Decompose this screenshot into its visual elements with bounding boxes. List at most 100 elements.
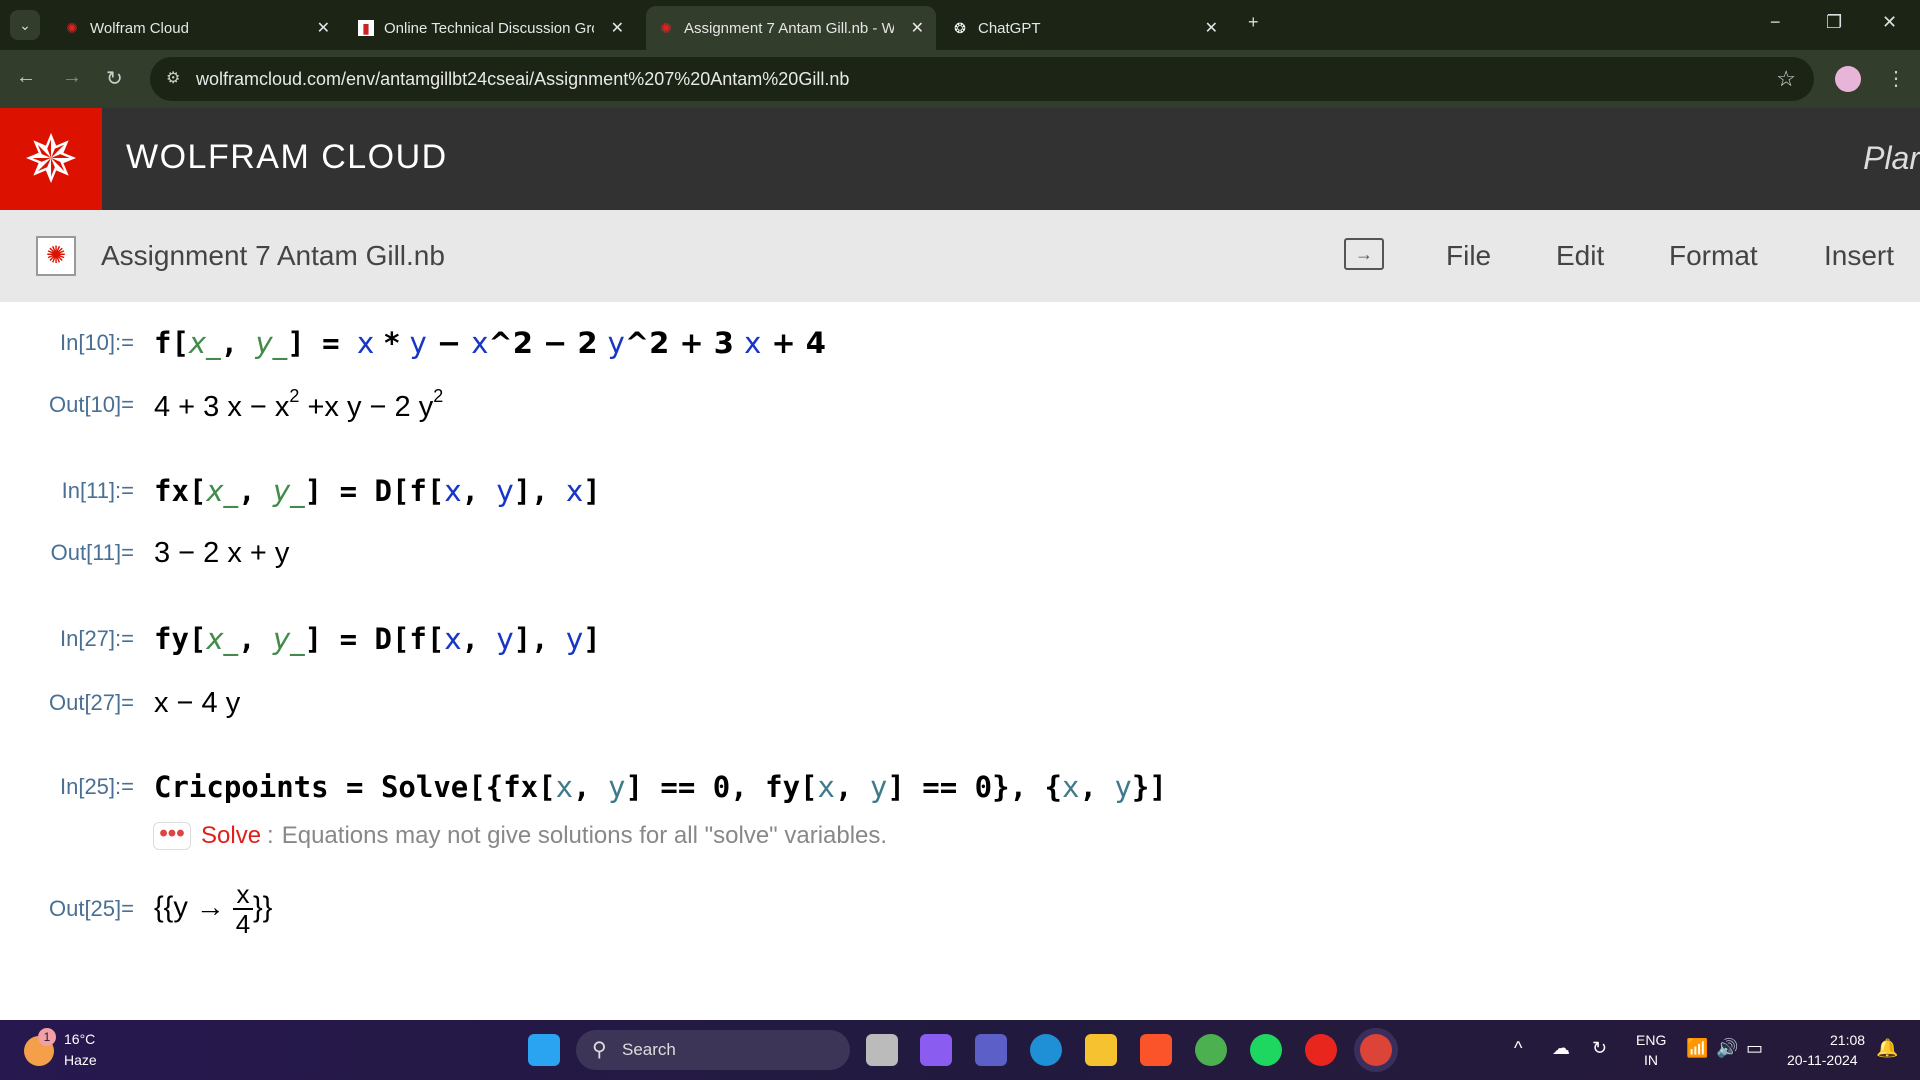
back-icon[interactable]: ← <box>16 66 36 89</box>
message-menu-button[interactable]: ••• <box>153 822 191 850</box>
forward-icon[interactable]: → <box>62 66 82 89</box>
menu-format[interactable]: Format <box>1669 240 1758 272</box>
minimize-button[interactable]: − <box>1770 12 1781 33</box>
output-cell[interactable]: Out[11]= 3 − 2 x + y <box>0 531 1920 575</box>
code-token: ] == 0, fy[ <box>625 770 818 804</box>
restore-button[interactable]: ❐ <box>1826 12 1842 33</box>
chrome-icon[interactable] <box>1195 1034 1227 1066</box>
output-cell[interactable]: Out[10]= 4 + 3 x − x2 +x y − 2 y2 <box>0 383 1920 427</box>
brand-title: WOLFRAM CLOUD <box>126 138 448 176</box>
input-cell[interactable]: In[25]:= Cricpoints = Solve[{fx[x, y] == … <box>0 765 1920 809</box>
code-token: x <box>817 770 835 804</box>
close-tab-icon[interactable]: ✕ <box>317 18 330 38</box>
menu-file[interactable]: File <box>1446 240 1491 272</box>
message-separator: : <box>267 822 274 849</box>
close-tab-icon[interactable]: ✕ <box>911 18 924 38</box>
battery-icon[interactable]: ▭ <box>1746 1038 1763 1059</box>
tab-label: Assignment 7 Antam Gill.nb - W <box>684 19 894 37</box>
edge-icon[interactable] <box>1030 1034 1062 1066</box>
input-code: f[x_, y_] = x * y − x^2 − 2 y^2 + 3 x + … <box>154 326 826 360</box>
output-term: 4 + 3 x − x <box>154 391 290 423</box>
close-window-button[interactable]: ✕ <box>1882 12 1897 33</box>
taskbar-search[interactable]: ⚲ Search <box>576 1030 850 1070</box>
plan-link[interactable]: Plar <box>1863 140 1920 177</box>
windows-start-icon[interactable] <box>528 1034 560 1066</box>
clock-date[interactable]: 20-11-2024 <box>1787 1052 1858 1068</box>
code-token: , <box>238 474 273 508</box>
new-tab-button[interactable]: + <box>1248 12 1259 33</box>
tab-search-button[interactable]: ⌄ <box>10 10 40 40</box>
exponent: 2 <box>289 386 300 406</box>
code-token: f[ <box>154 326 189 360</box>
code-token: fx[ <box>154 474 207 508</box>
output-cell[interactable]: Out[25]= {{y → x 4}} <box>0 880 1920 938</box>
code-token: * <box>374 326 410 360</box>
site-settings-icon[interactable]: ⚙ <box>166 57 180 101</box>
doc-icon: ▮ <box>358 20 374 36</box>
numerator: x <box>236 879 250 909</box>
code-token: , <box>1079 770 1115 804</box>
input-cell[interactable]: In[11]:= fx[x_, y_] = D[f[x, y], x] <box>0 469 1920 513</box>
wifi-icon[interactable]: 📶 <box>1686 1038 1708 1059</box>
code-token: y <box>607 326 625 360</box>
input-cell[interactable]: In[27]:= fy[x_, y_] = D[f[x, y], y] <box>0 617 1920 661</box>
cell-label: In[25]:= <box>59 774 134 799</box>
weather-condition: Haze <box>64 1052 97 1068</box>
code-token: y_ <box>272 474 305 508</box>
file-explorer-icon[interactable] <box>1085 1034 1117 1066</box>
code-token: ^2 − 2 <box>488 326 608 360</box>
show-hidden-icons[interactable]: ^ <box>1514 1038 1522 1059</box>
profile-avatar[interactable] <box>1835 66 1861 92</box>
brave-icon[interactable] <box>1140 1034 1172 1066</box>
code-token: ] = D[f[ <box>304 474 445 508</box>
close-tab-icon[interactable]: ✕ <box>1205 18 1218 38</box>
tab-online-technical[interactable]: ▮ Online Technical Discussion Gro ✕ <box>346 6 636 50</box>
region-indicator[interactable]: IN <box>1644 1052 1658 1068</box>
code-token: , <box>461 622 497 656</box>
onedrive-icon[interactable]: ☁ <box>1552 1038 1570 1059</box>
exponent: 2 <box>433 386 444 406</box>
language-indicator[interactable]: ENG <box>1636 1032 1666 1048</box>
chrome-profile-icon[interactable] <box>1360 1034 1392 1066</box>
taskbar: 1 16°C Haze ⚲ Search ^ ☁ ↻ ENG IN 📶 🔊 ▭ 2… <box>0 1020 1920 1080</box>
volume-icon[interactable]: 🔊 <box>1716 1038 1738 1059</box>
input-cell[interactable]: In[10]:= f[x_, y_] = x * y − x^2 − 2 y^2 … <box>0 321 1920 365</box>
browser-menu-icon[interactable]: ⋮ <box>1886 66 1906 91</box>
notebook-toolbar: ✺ Assignment 7 Antam Gill.nb → File Edit… <box>0 210 1920 302</box>
url-input[interactable]: ⚙ wolframcloud.com/env/antamgillbt24csea… <box>150 57 1814 101</box>
task-view-icon[interactable] <box>866 1034 898 1066</box>
output-cell[interactable]: Out[27]= x − 4 y <box>0 681 1920 725</box>
tab-chatgpt[interactable]: ❂ ChatGPT ✕ <box>940 6 1230 50</box>
menu-insert[interactable]: Insert <box>1824 240 1894 272</box>
cell-label: In[10]:= <box>59 330 134 355</box>
tab-label: Wolfram Cloud <box>90 19 189 37</box>
presenter-icon[interactable]: → <box>1344 238 1384 270</box>
notifications-icon[interactable]: 🔔 <box>1876 1038 1898 1059</box>
wolfram-logo[interactable]: ✵ <box>0 108 102 210</box>
cell-label: In[27]:= <box>59 626 134 651</box>
tab-wolfram-cloud[interactable]: ✺ Wolfram Cloud ✕ <box>52 6 342 50</box>
message-head[interactable]: Solve <box>201 822 261 850</box>
code-token: x <box>444 474 462 508</box>
code-token: x_ <box>206 622 239 656</box>
menu-edit[interactable]: Edit <box>1556 240 1604 272</box>
solution-open: {{y → <box>154 891 233 924</box>
sync-icon[interactable]: ↻ <box>1592 1038 1607 1059</box>
spotify-icon[interactable] <box>1250 1034 1282 1066</box>
wps-office-icon[interactable] <box>1305 1034 1337 1066</box>
code-token: , <box>461 474 497 508</box>
weather-temp: 16°C <box>64 1031 96 1047</box>
tab-assignment[interactable]: ✺ Assignment 7 Antam Gill.nb - W ✕ <box>646 6 936 50</box>
close-tab-icon[interactable]: ✕ <box>611 18 624 38</box>
code-token: x <box>566 474 584 508</box>
reload-icon[interactable]: ↻ <box>106 66 123 91</box>
search-label: Search <box>622 1040 676 1059</box>
output-expression: 4 + 3 x − x2 +x y − 2 y2 <box>154 386 443 424</box>
bookmark-star-icon[interactable]: ☆ <box>1776 57 1796 101</box>
teams-icon[interactable] <box>975 1034 1007 1066</box>
output-term: +x y − 2 y <box>299 391 434 423</box>
clock-time[interactable]: 21:08 <box>1830 1032 1865 1048</box>
solve-message: ••• Solve : Equations may not give solut… <box>153 822 887 850</box>
copilot-icon[interactable] <box>920 1034 952 1066</box>
code-token: x <box>471 326 489 360</box>
